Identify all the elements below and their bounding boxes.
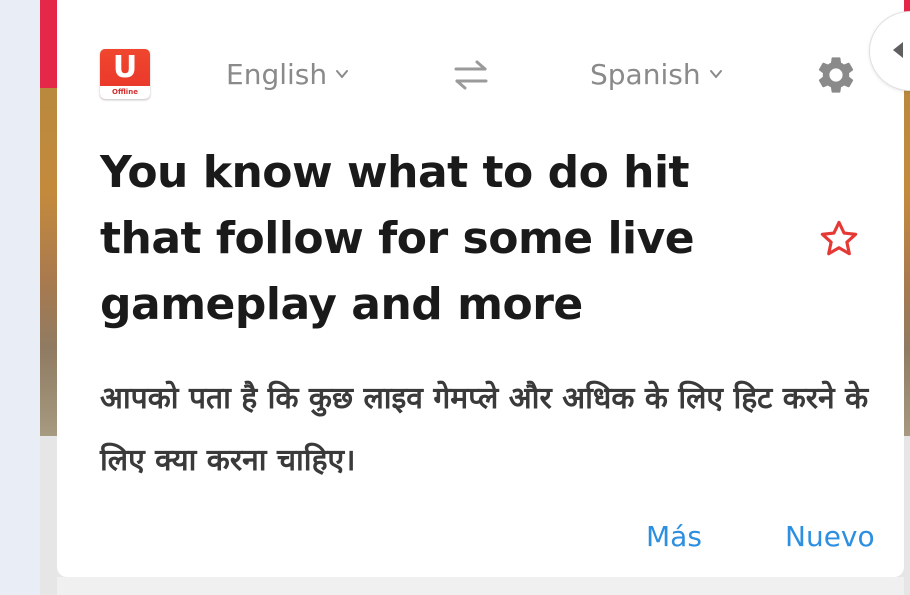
chevron-down-icon (709, 70, 722, 78)
translation-text: आपको पता है कि कुछ लाइव गेमप्ले और अधिक … (100, 381, 869, 478)
more-button[interactable]: Más (646, 520, 702, 553)
app-logo[interactable]: U Offline (100, 49, 150, 99)
target-language-label: Spanish (590, 57, 701, 91)
gear-icon[interactable] (814, 53, 858, 97)
caret-left-icon (893, 42, 903, 58)
offline-badge: Offline (100, 86, 150, 99)
source-language-selector[interactable]: English (226, 52, 349, 96)
star-outline-icon[interactable] (818, 218, 860, 260)
swap-arrows-icon[interactable] (452, 56, 490, 94)
target-language-selector[interactable]: Spanish (590, 52, 723, 96)
source-text: You know what to do hit that follow for … (100, 147, 695, 330)
chevron-down-icon (336, 70, 349, 78)
popup-bottom-strip (57, 577, 904, 595)
background-left-margin (0, 0, 40, 595)
source-language-label: English (226, 57, 328, 91)
new-button[interactable]: Nuevo (785, 520, 875, 553)
logo-letter: U (112, 50, 138, 85)
